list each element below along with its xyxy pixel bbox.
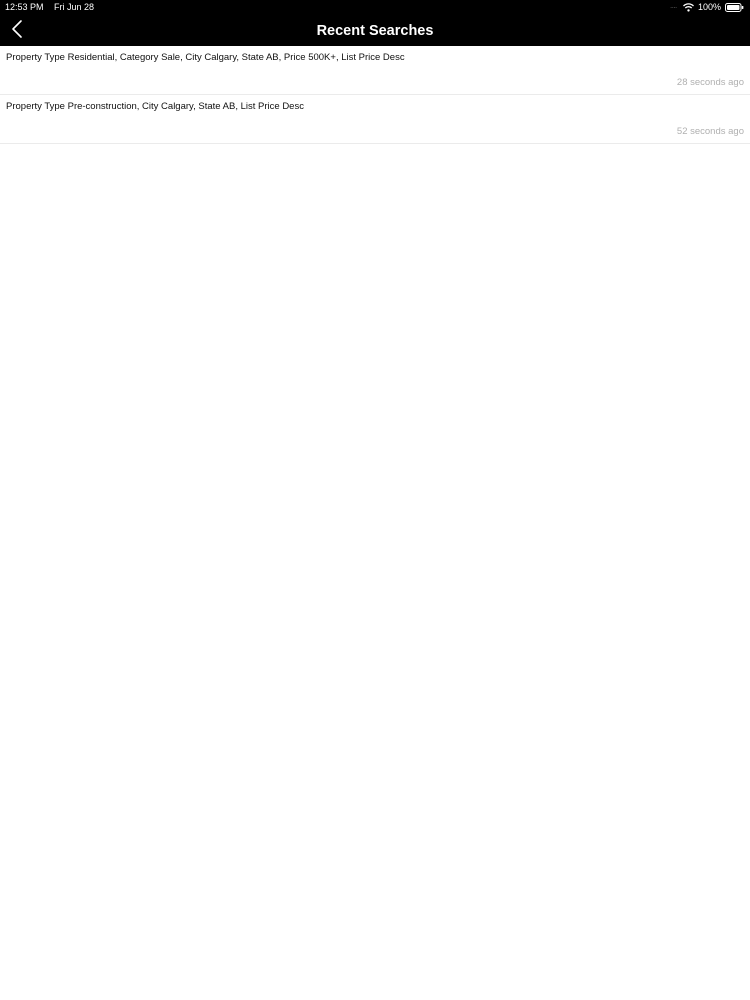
battery-percentage: 100% — [697, 2, 721, 12]
search-query-text: Property Type Pre-construction, City Cal… — [6, 101, 304, 112]
battery-icon — [725, 3, 744, 12]
recent-search-item[interactable]: Property Type Pre-construction, City Cal… — [0, 95, 750, 144]
recent-search-item[interactable]: Property Type Residential, Category Sale… — [0, 46, 750, 95]
status-left: 12:53 PM Fri Jun 28 — [5, 0, 94, 15]
search-timestamp: 28 seconds ago — [676, 77, 744, 88]
status-bar: 12:53 PM Fri Jun 28 .... 100% — [0, 0, 750, 15]
recent-searches-list: Property Type Residential, Category Sale… — [0, 46, 750, 144]
search-query-text: Property Type Residential, Category Sale… — [6, 52, 405, 63]
status-date: Fri Jun 28 — [54, 2, 95, 12]
wifi-icon — [683, 3, 694, 12]
recent-searches-screen: 12:53 PM Fri Jun 28 .... 100% Recent Sea… — [0, 0, 750, 1000]
search-timestamp: 52 seconds ago — [676, 126, 744, 137]
status-time: 12:53 PM — [5, 2, 44, 12]
page-title: Recent Searches — [316, 23, 434, 39]
navigation-bar: Recent Searches — [0, 15, 750, 46]
status-right: .... 100% — [670, 0, 744, 15]
cellular-signal-icon: .... — [670, 4, 677, 10]
